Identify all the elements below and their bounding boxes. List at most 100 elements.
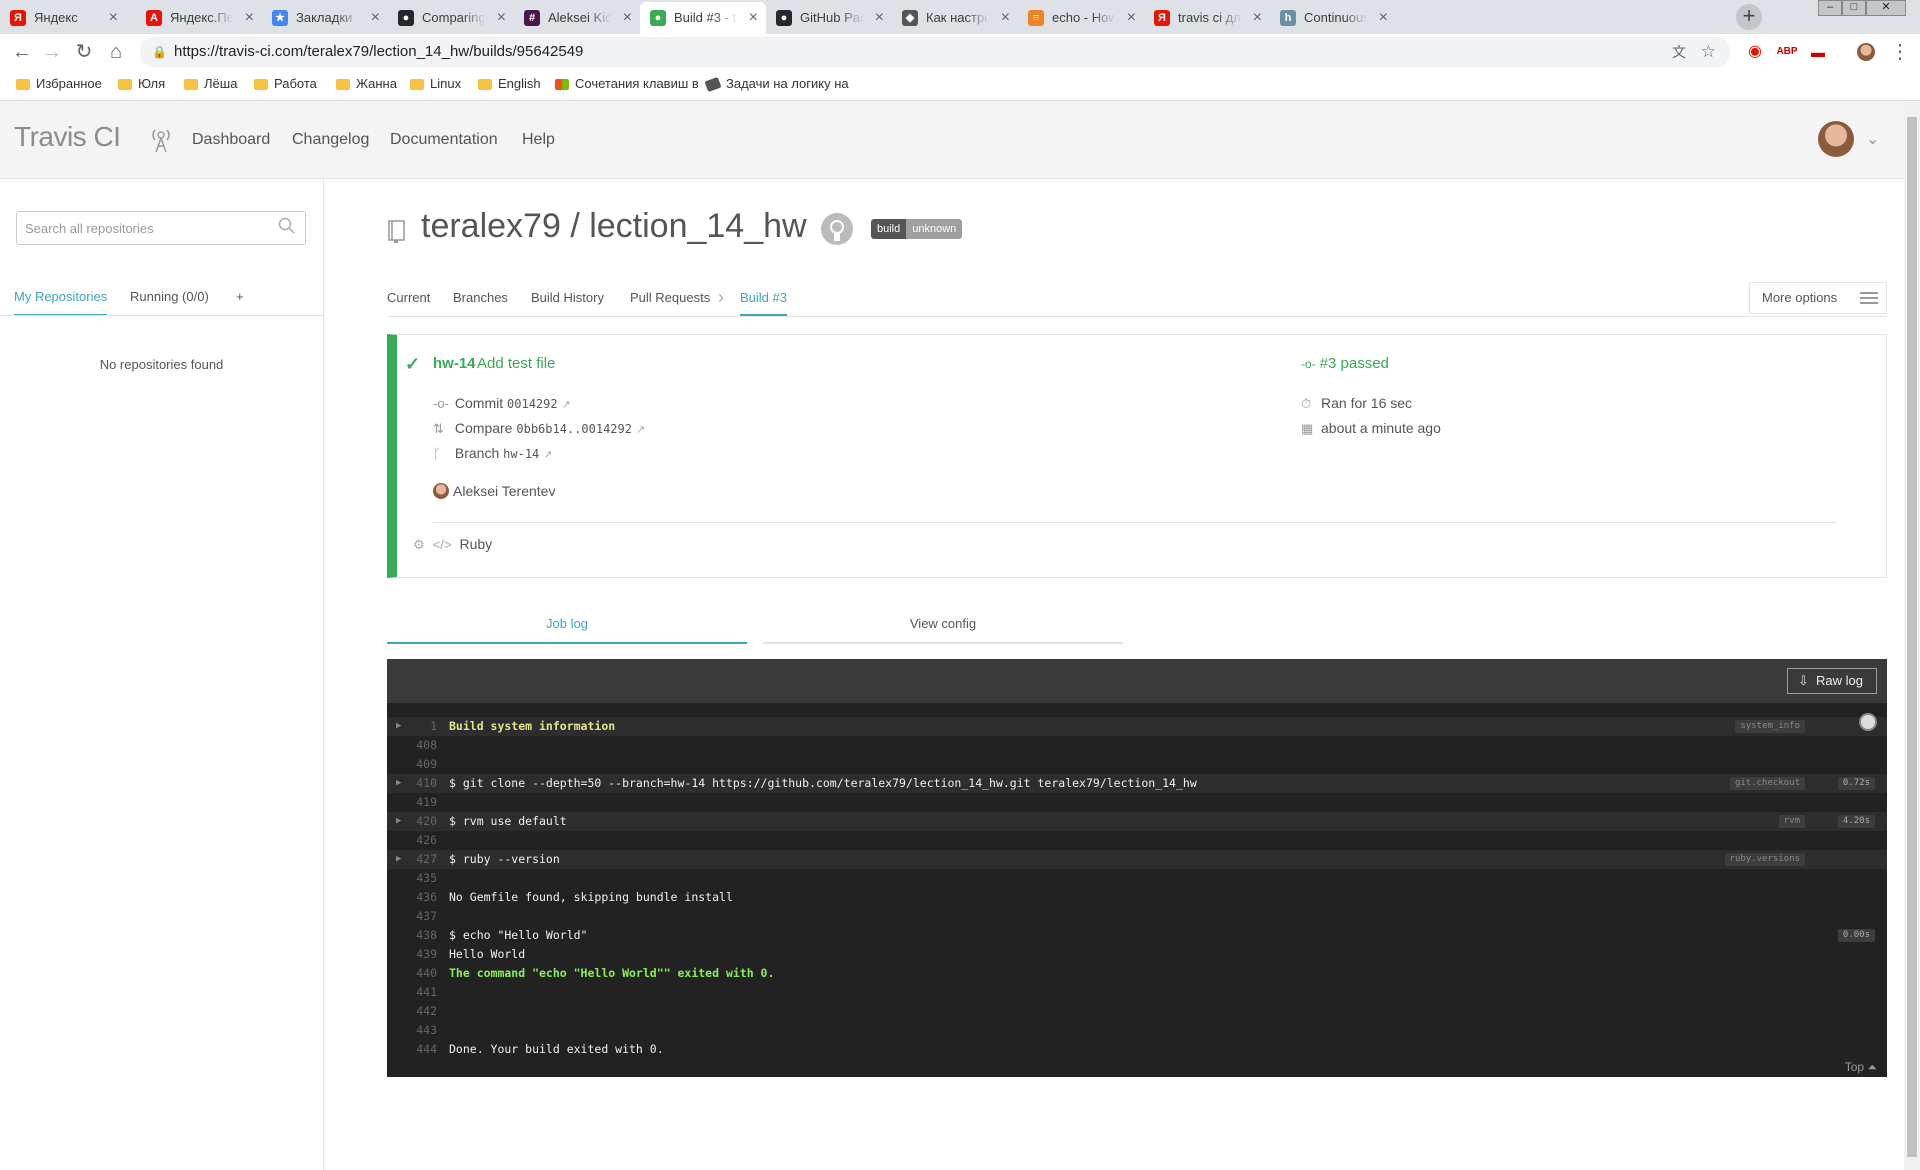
home-icon[interactable]: ⌂	[104, 40, 128, 64]
tab-pull-requests[interactable]: Pull Requests	[630, 290, 710, 314]
log-line[interactable]: ▶ 1 Build system information system_info	[387, 717, 1887, 736]
translate-icon[interactable]: 文	[1672, 37, 1686, 67]
browser-tab[interactable]: ●GitHub Pages De×	[766, 2, 892, 34]
tab-my-repositories[interactable]: My Repositories	[14, 289, 108, 316]
tab-build-history[interactable]: Build History	[531, 290, 604, 314]
tab-current[interactable]: Current	[387, 290, 430, 314]
build-status-badge[interactable]: build unknown	[871, 219, 963, 239]
build-branch-link[interactable]: hw-14	[433, 355, 476, 372]
repository-search-input[interactable]	[16, 211, 306, 245]
close-tab-icon[interactable]: ×	[1379, 2, 1388, 34]
raw-log-button[interactable]: ⇩ Raw log	[1787, 668, 1877, 694]
bookmark-item[interactable]: Задачи на логику на	[704, 70, 849, 98]
close-tab-icon[interactable]: ×	[1001, 2, 1010, 34]
log-line-number[interactable]: 440	[403, 964, 437, 983]
browser-tab[interactable]: ●Comparing master×	[388, 2, 514, 34]
bookmark-item[interactable]: Сочетания клавиш в	[555, 70, 699, 98]
bookmark-item[interactable]: English	[478, 70, 541, 98]
extension-icon[interactable]: ▬	[1806, 40, 1830, 64]
repository-title[interactable]: teralex79 / lection_14_hw	[421, 207, 807, 246]
tab-job-log[interactable]: Job log	[387, 616, 747, 644]
close-tab-icon[interactable]: ×	[371, 2, 380, 34]
github-icon[interactable]	[821, 213, 853, 245]
browser-tab[interactable]: #Aleksei Kioller | B×	[514, 2, 640, 34]
log-line-number[interactable]: 420	[403, 812, 437, 831]
commit-row[interactable]: -o- Commit 0014292 ↗	[433, 395, 571, 411]
address-bar[interactable]: 🔒 https://travis-ci.com/teralex79/lectio…	[140, 37, 1730, 67]
log-line-number[interactable]: 442	[403, 1002, 437, 1021]
back-icon[interactable]: ←	[10, 40, 34, 64]
browser-tab[interactable]: AЯндекс.Переводчик×	[136, 2, 262, 34]
fold-arrow-icon[interactable]: ▶	[396, 774, 401, 793]
log-line-number[interactable]: 409	[403, 755, 437, 774]
page-scrollbar[interactable]	[1904, 101, 1920, 1170]
follow-log-toggle[interactable]	[1859, 713, 1877, 731]
commit-message-link[interactable]: Add test file	[477, 355, 555, 372]
scroll-top-link[interactable]: Top ⏶	[1845, 1060, 1877, 1075]
log-line[interactable]: ▶ 427 $ ruby --version ruby.versions	[387, 850, 1887, 869]
bookmark-item[interactable]: Лёша	[184, 70, 237, 98]
log-line[interactable]: ▶ 410 $ git clone --depth=50 --branch=hw-1…	[387, 774, 1887, 793]
maximize-button[interactable]: □	[1842, 0, 1866, 16]
browser-tab[interactable]: ★ Закладки ×	[262, 2, 388, 34]
tab-build-3[interactable]: Build #3	[740, 290, 787, 316]
bookmark-item[interactable]: Избранное	[16, 70, 102, 98]
tab-branches[interactable]: Branches	[453, 290, 508, 314]
bookmark-item[interactable]: Жанна	[336, 70, 397, 98]
close-tab-icon[interactable]: ×	[109, 2, 118, 34]
minimize-button[interactable]: –	[1818, 0, 1842, 16]
browser-menu-icon[interactable]: ⋮	[1888, 40, 1912, 64]
tab-view-config[interactable]: View config	[763, 616, 1123, 644]
branch-row[interactable]: ᚴ Branch hw-14 ↗	[433, 445, 552, 461]
log-line-number[interactable]: 437	[403, 907, 437, 926]
travis-logo[interactable]: Travis CI	[14, 121, 121, 153]
nav-help[interactable]: Help	[522, 131, 555, 149]
profile-icon[interactable]	[1854, 40, 1878, 64]
log-line-number[interactable]: 427	[403, 850, 437, 869]
nav-documentation[interactable]: Documentation	[390, 131, 498, 149]
browser-tab[interactable]: Я Яндекс ×	[0, 2, 126, 34]
chevron-down-icon[interactable]: ⌄	[1866, 129, 1879, 149]
log-line-number[interactable]: 441	[403, 983, 437, 1002]
extension-red-icon[interactable]: ◉	[1743, 40, 1767, 64]
log-line-number[interactable]: 435	[403, 869, 437, 888]
adblock-icon[interactable]: ABP	[1775, 40, 1799, 64]
fold-arrow-icon[interactable]: ▶	[396, 717, 401, 736]
close-tab-icon[interactable]: ×	[1127, 2, 1136, 34]
fold-arrow-icon[interactable]: ▶	[396, 812, 401, 831]
tab-add-repository[interactable]: +	[236, 289, 244, 314]
reload-icon[interactable]: ↻	[72, 40, 96, 64]
fold-arrow-icon[interactable]: ▶	[396, 850, 401, 869]
browser-tab[interactable]: ≡echo - How to pri×	[1018, 2, 1144, 34]
browser-tab[interactable]: hContinuous Integ×	[1270, 2, 1396, 34]
search-icon[interactable]	[278, 217, 298, 237]
tab-running[interactable]: Running (0/0)	[130, 289, 209, 314]
broadcast-icon[interactable]	[150, 128, 172, 160]
bookmark-item[interactable]: Юля	[118, 70, 165, 98]
more-options-button[interactable]: More options	[1749, 282, 1887, 314]
new-tab-button[interactable]: +	[1736, 4, 1762, 30]
close-tab-icon[interactable]: ×	[1253, 2, 1262, 34]
close-window-button[interactable]: ✕	[1866, 0, 1906, 16]
bookmark-item[interactable]: Работа	[254, 70, 317, 98]
log-line-number[interactable]: 438	[403, 926, 437, 945]
browser-tab[interactable]: ●Build #3 - teralex×	[640, 2, 766, 34]
user-avatar[interactable]	[1818, 121, 1854, 157]
nav-changelog[interactable]: Changelog	[292, 131, 369, 149]
log-line-number[interactable]: 408	[403, 736, 437, 755]
log-line-number[interactable]: 444	[403, 1040, 437, 1059]
log-line-number[interactable]: 436	[403, 888, 437, 907]
log-line-number[interactable]: 410	[403, 774, 437, 793]
bookmark-star-icon[interactable]: ☆	[1701, 37, 1716, 67]
bookmark-item[interactable]: Linux	[410, 70, 461, 98]
scrollbar-thumb[interactable]	[1907, 117, 1917, 1157]
close-tab-icon[interactable]: ×	[497, 2, 506, 34]
log-line-number[interactable]: 443	[403, 1021, 437, 1040]
browser-tab[interactable]: Яtravis ci для кажд×	[1144, 2, 1270, 34]
log-line-number[interactable]: 426	[403, 831, 437, 850]
log-line-number[interactable]: 439	[403, 945, 437, 964]
close-tab-icon[interactable]: ×	[623, 2, 632, 34]
close-tab-icon[interactable]: ×	[245, 2, 254, 34]
forward-icon[interactable]: →	[40, 40, 64, 64]
close-tab-icon[interactable]: ×	[749, 2, 758, 34]
